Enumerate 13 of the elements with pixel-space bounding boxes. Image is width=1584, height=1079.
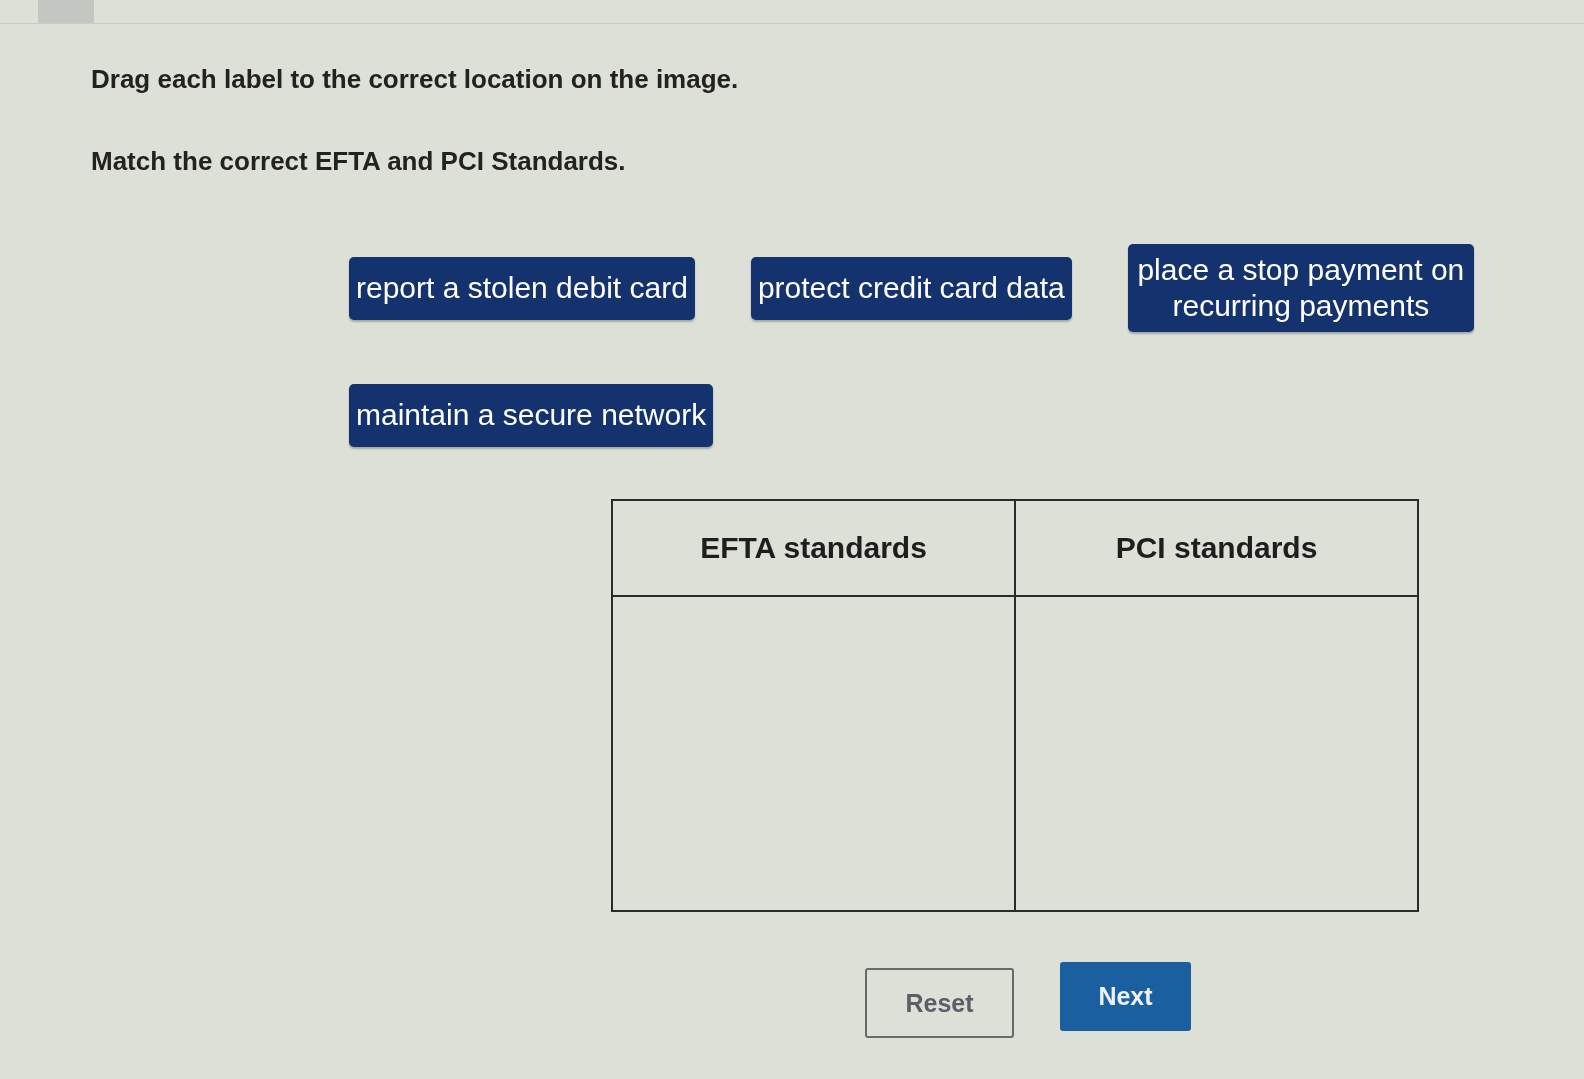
reset-button[interactable]: Reset xyxy=(865,968,1014,1038)
instruction-text: Match the correct EFTA and PCI Standards. xyxy=(91,146,626,176)
column-header: EFTA standards xyxy=(613,501,1016,597)
header-tab[interactable] xyxy=(38,0,94,23)
drag-label[interactable]: maintain a secure network xyxy=(349,384,714,447)
drop-zone[interactable] xyxy=(613,597,1016,912)
drop-zone[interactable] xyxy=(1016,597,1419,912)
drag-label[interactable]: place a stop payment on recurring payments xyxy=(1127,244,1474,332)
drag-label[interactable]: report a stolen debit card xyxy=(349,256,695,320)
column-header: PCI standards xyxy=(1016,501,1419,597)
instruction-text: Drag each label to the correct location on the image. xyxy=(91,64,739,94)
next-button[interactable]: Next xyxy=(1060,962,1191,1031)
drag-label[interactable]: protect credit card data xyxy=(750,256,1072,320)
